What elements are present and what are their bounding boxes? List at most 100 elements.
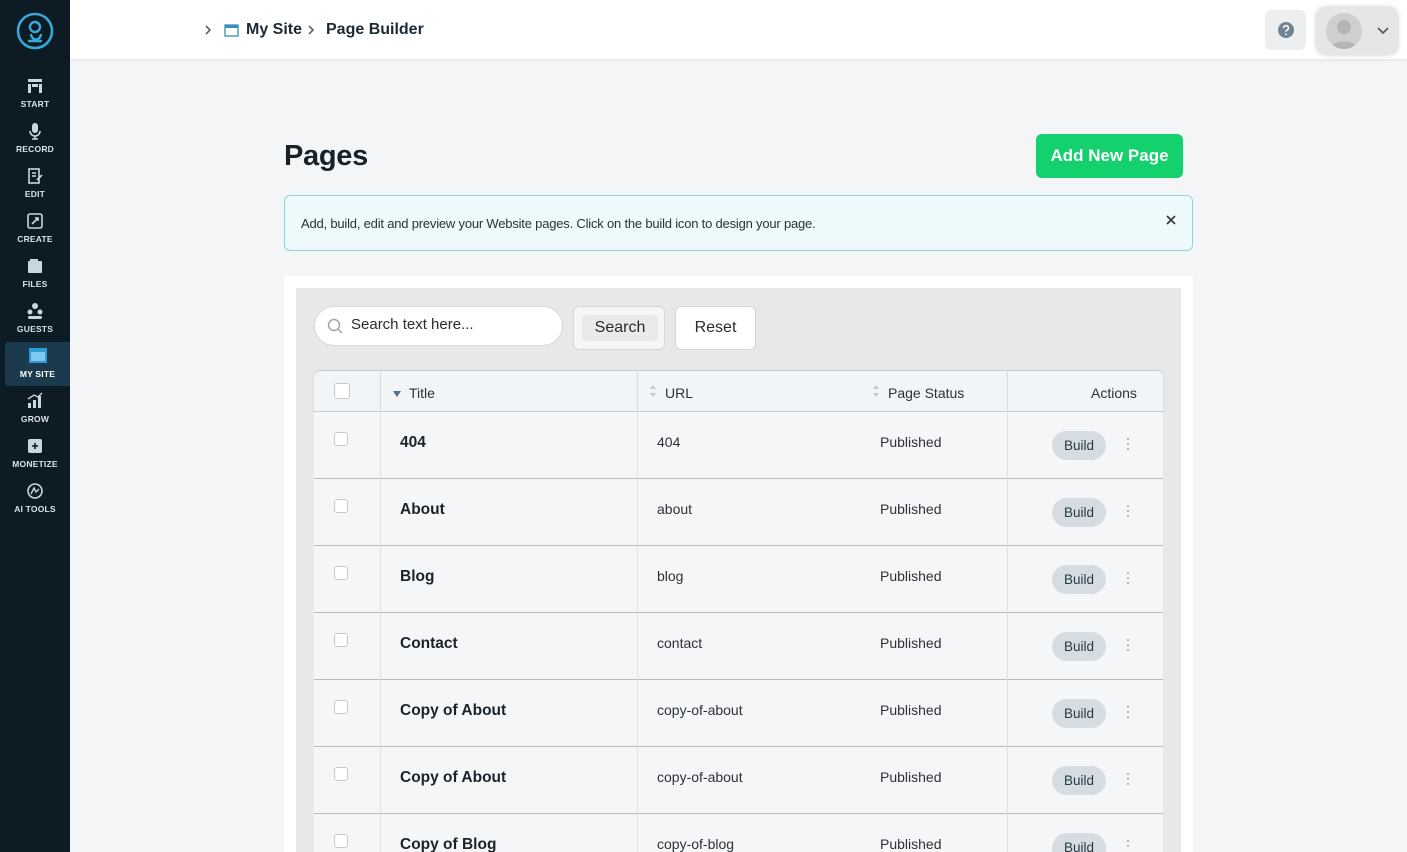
page-title-cell[interactable]: About [400, 501, 445, 519]
account-menu-button[interactable] [1317, 8, 1397, 54]
build-button[interactable]: Build [1052, 766, 1106, 795]
sidebar-item-label: EDIT [24, 189, 46, 199]
search-input[interactable] [351, 310, 551, 338]
help-icon [1277, 22, 1294, 38]
page-url-cell: copy-of-about [657, 702, 743, 718]
more-options-icon[interactable] [1123, 704, 1133, 720]
column-divider [380, 371, 381, 413]
column-divider [1007, 479, 1008, 546]
more-options-icon[interactable] [1123, 436, 1133, 452]
more-options-icon[interactable] [1123, 570, 1133, 586]
info-banner: Add, build, edit and preview your Websit… [284, 195, 1193, 251]
sidebar-item-record[interactable]: RECORD [0, 119, 70, 163]
row-checkbox[interactable] [334, 700, 348, 714]
search-button[interactable]: Search [573, 306, 665, 350]
column-divider [1007, 546, 1008, 613]
page-status-cell: Published [880, 568, 942, 584]
build-button[interactable]: Build [1052, 498, 1106, 527]
build-button[interactable]: Build [1052, 431, 1106, 460]
sort-desc-icon[interactable] [393, 391, 401, 397]
more-options-icon[interactable] [1123, 838, 1133, 852]
column-page-status[interactable]: Page Status [888, 385, 964, 401]
column-url[interactable]: URL [665, 385, 693, 401]
more-options-icon[interactable] [1123, 637, 1133, 653]
help-button[interactable] [1265, 10, 1306, 50]
guests-icon [27, 303, 43, 319]
sidebar-item-guests[interactable]: GUESTS [0, 299, 70, 343]
build-button[interactable]: Build [1052, 632, 1106, 661]
build-button[interactable]: Build [1052, 833, 1106, 852]
more-options-icon[interactable] [1123, 771, 1133, 787]
monetize-icon [28, 439, 42, 453]
sidebar-item-label: MY SITE [19, 369, 56, 379]
search-button-label: Search [582, 315, 658, 341]
reset-button[interactable]: Reset [675, 306, 756, 350]
table-row: Contact contact Published Build [314, 613, 1163, 680]
table-row: Copy of Blog copy-of-blog Published Buil… [314, 814, 1163, 852]
column-title[interactable]: Title [409, 385, 435, 401]
column-divider [637, 814, 638, 852]
close-icon[interactable] [1163, 212, 1179, 228]
page-status-cell: Published [880, 769, 942, 785]
table-row: Copy of About copy-of-about Published Bu… [314, 680, 1163, 747]
page-title-cell[interactable]: 404 [400, 434, 426, 452]
sort-icon[interactable] [872, 384, 880, 398]
more-options-icon[interactable] [1123, 503, 1133, 519]
add-new-page-button[interactable]: Add New Page [1036, 134, 1183, 178]
row-checkbox[interactable] [334, 767, 348, 781]
column-divider [380, 747, 381, 814]
page-title-cell[interactable]: Copy of Blog [400, 836, 496, 852]
column-divider [380, 412, 381, 479]
page-title-cell[interactable]: Copy of About [400, 769, 506, 787]
row-checkbox[interactable] [334, 834, 348, 848]
create-icon [27, 213, 43, 229]
row-checkbox[interactable] [334, 499, 348, 513]
sidebar: START RECORD EDIT CREATE FILES GUESTS MY… [0, 0, 70, 852]
table-row: About about Published Build [314, 479, 1163, 546]
page-url-cell: about [657, 501, 693, 517]
chevron-right-icon[interactable] [203, 24, 213, 36]
select-all-checkbox[interactable] [334, 383, 350, 399]
sidebar-item-label: MONETIZE [12, 459, 58, 469]
sidebar-item-label: GUESTS [16, 324, 54, 334]
build-button[interactable]: Build [1052, 565, 1106, 594]
page-title-cell[interactable]: Copy of About [400, 702, 506, 720]
sidebar-item-ai-tools[interactable]: AI TOOLS [0, 479, 70, 523]
search-box[interactable] [314, 306, 563, 346]
sidebar-item-label: CREATE [17, 234, 53, 244]
search-icon [327, 318, 343, 334]
row-checkbox[interactable] [334, 432, 348, 446]
row-checkbox[interactable] [334, 633, 348, 647]
sidebar-item-start[interactable]: START [0, 74, 70, 118]
sidebar-item-monetize[interactable]: MONETIZE [0, 434, 70, 478]
build-button[interactable]: Build [1052, 699, 1106, 728]
app-logo[interactable] [15, 11, 55, 51]
table-header: Title URL Page Status Actions [314, 370, 1163, 413]
window-icon [224, 24, 239, 37]
page-title-cell[interactable]: Blog [400, 568, 434, 586]
sidebar-item-create[interactable]: CREATE [0, 209, 70, 253]
column-divider [1007, 371, 1008, 413]
row-checkbox[interactable] [334, 566, 348, 580]
top-bar: My Site Page Builder [70, 0, 1407, 59]
my-site-icon [28, 348, 47, 363]
page-title-cell[interactable]: Contact [400, 635, 458, 653]
sidebar-item-my-site[interactable]: MY SITE [5, 342, 70, 386]
chevron-down-icon [1377, 27, 1389, 35]
column-divider [380, 680, 381, 747]
sidebar-item-grow[interactable]: GROW [0, 389, 70, 433]
sidebar-item-edit[interactable]: EDIT [0, 164, 70, 208]
info-text: Add, build, edit and preview your Websit… [301, 216, 816, 231]
grow-icon [27, 392, 43, 408]
sidebar-item-label: RECORD [15, 144, 55, 154]
page-url-cell: blog [657, 568, 684, 584]
column-divider [637, 412, 638, 479]
sort-icon[interactable] [649, 384, 657, 398]
table-row: 404 404 Published Build [314, 412, 1163, 479]
table-row: Copy of About copy-of-about Published Bu… [314, 747, 1163, 814]
edit-icon [28, 168, 43, 184]
sidebar-item-files[interactable]: FILES [0, 254, 70, 298]
ai-tools-icon [27, 483, 43, 499]
breadcrumb-site[interactable]: My Site [246, 21, 302, 39]
page-status-cell: Published [880, 702, 942, 718]
